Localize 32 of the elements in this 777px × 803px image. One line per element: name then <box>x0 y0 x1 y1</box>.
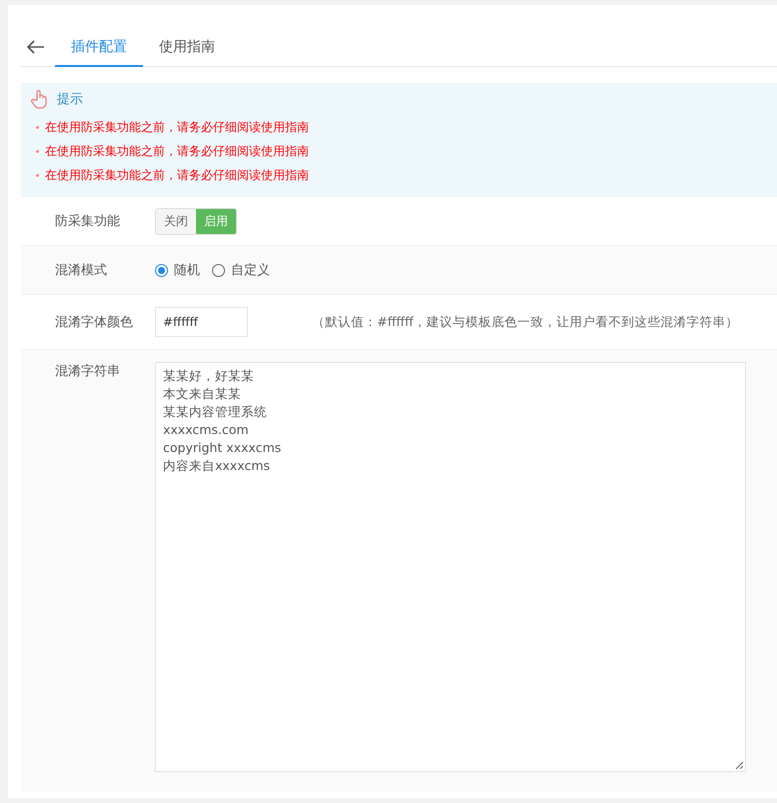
bullet-icon <box>36 126 39 128</box>
tab[interactable]: 插件配置 <box>55 28 143 66</box>
textarea-line: xxxxcms.com <box>163 421 249 439</box>
notice-text: 在使用防采集功能之前，请务必仔细阅读使用指南 <box>45 142 309 160</box>
color-input[interactable]: #ffffff <box>155 307 248 337</box>
field-label: 混淆字符串 <box>54 363 121 380</box>
radio-option[interactable]: 自定义 <box>212 261 270 279</box>
hand-pointer-icon <box>31 89 49 109</box>
switch-option[interactable]: 关闭 <box>156 208 196 234</box>
back-arrow-icon[interactable] <box>27 40 45 54</box>
notice-text: 在使用防采集功能之前，请务必仔细阅读使用指南 <box>45 166 309 184</box>
tab[interactable]: 使用指南 <box>143 28 231 66</box>
field-label: 混淆模式 <box>54 262 108 279</box>
textarea-line: 某某好，好某某 <box>163 367 254 385</box>
field-label: 防采集功能 <box>54 213 121 230</box>
radio-label: 自定义 <box>231 262 270 279</box>
field-hint: （默认值：#ffffff，建议与模板底色一致，让用户看不到这些混淆字符串） <box>312 314 738 330</box>
strings-textarea[interactable]: 某某好，好某某 本文来自某某 某某内容管理系统 xxxxcms.com copyright xxxxcms 内容来自xxxxcms <box>155 362 746 772</box>
radio-option[interactable]: 随机 <box>155 261 200 279</box>
textarea-line: 内容来自xxxxcms <box>163 457 270 475</box>
textarea-line: 某某内容管理系统 <box>163 403 267 421</box>
textarea-line: copyright xxxxcms <box>163 439 282 457</box>
textarea-line: 本文来自某某 <box>163 385 241 403</box>
bullet-icon <box>36 174 39 176</box>
field-label: 混淆字体颜色 <box>54 314 134 331</box>
resize-handle-icon[interactable] <box>735 761 743 769</box>
radio-icon[interactable] <box>212 264 225 276</box>
radio-icon[interactable] <box>155 264 168 276</box>
bullet-icon <box>36 150 39 152</box>
radio-label: 随机 <box>174 262 200 279</box>
notice-text: 在使用防采集功能之前，请务必仔细阅读使用指南 <box>45 118 309 136</box>
notice-title: 提示 <box>57 91 83 108</box>
